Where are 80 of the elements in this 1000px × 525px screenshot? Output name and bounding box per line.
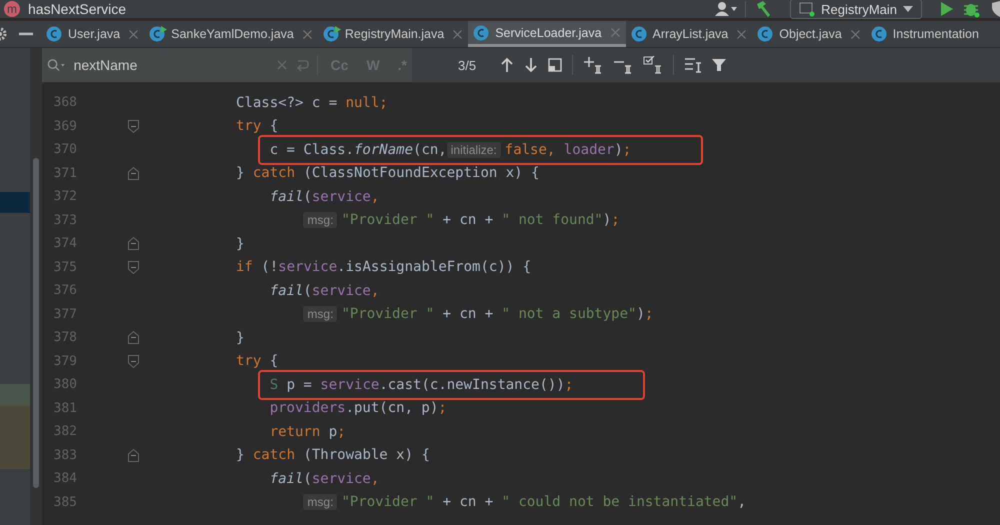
- caret-icon: [903, 5, 913, 13]
- close-icon[interactable]: [129, 30, 138, 38]
- fold-icon[interactable]: [128, 260, 138, 274]
- code-line: c = Class.forName(cn,: [270, 142, 447, 158]
- filter-icon[interactable]: [712, 58, 726, 72]
- code-line: fail(service,: [270, 188, 380, 205]
- window-title: hasNextService: [28, 1, 126, 17]
- line-number: 381: [52, 400, 77, 416]
- minimize-icon[interactable]: [19, 32, 33, 36]
- line-number: 371: [52, 166, 77, 181]
- code-line: } catch (Throwable x) {: [236, 447, 430, 464]
- line-number: 373: [52, 212, 77, 228]
- code-line: false, loader);: [504, 142, 632, 158]
- close-icon[interactable]: [453, 30, 462, 38]
- line-number: 377: [52, 306, 77, 322]
- filter-lines-icon[interactable]: [684, 57, 702, 73]
- parameter-hint: msg:: [303, 494, 338, 510]
- down-arrow-icon[interactable]: [524, 57, 538, 73]
- code-line: try {: [236, 353, 278, 370]
- window-icon: [799, 1, 816, 17]
- code-line: if (!service.isAssignableFrom(c)) {: [236, 259, 532, 276]
- code-line: }: [236, 330, 244, 346]
- up-arrow-icon[interactable]: [500, 57, 514, 73]
- line-number: 385: [52, 494, 77, 510]
- run-icon[interactable]: [940, 1, 954, 17]
- fold-icon[interactable]: [128, 354, 138, 368]
- line-number: 384: [52, 471, 77, 486]
- select-all-icon[interactable]: [548, 58, 562, 72]
- code-line: return p;: [270, 424, 346, 440]
- line-number: 368: [52, 95, 77, 110]
- line-number: 376: [52, 283, 77, 298]
- editor-tab[interactable]: ServiceLoader.java: [468, 21, 626, 47]
- fold-icon[interactable]: [128, 331, 138, 344]
- fold-icon[interactable]: [128, 120, 138, 133]
- editor-tab[interactable]: User.java: [41, 21, 144, 47]
- editor-tab[interactable]: RegistryMain.java: [318, 21, 468, 47]
- code-line: S p = service.cast(c.newInstance());: [270, 376, 574, 393]
- line-number: 372: [52, 189, 77, 204]
- code-line: fail(service,: [270, 470, 380, 487]
- parameter-hint: msg:: [303, 306, 338, 322]
- code-line: try {: [236, 118, 278, 134]
- line-number: 369: [52, 118, 77, 134]
- code-line: }: [236, 236, 244, 252]
- line-number: 374: [52, 236, 77, 252]
- add-occurrence-icon[interactable]: [583, 56, 604, 74]
- editor-tab[interactable]: ArrayList.java: [626, 21, 752, 47]
- line-number: 378: [52, 330, 77, 346]
- hammer-icon[interactable]: [754, 0, 772, 18]
- search-icon[interactable]: [47, 58, 66, 72]
- code-line: fail(service,: [270, 282, 380, 299]
- editor-tab[interactable]: SankeYamlDemo.java: [144, 21, 318, 47]
- code-line: "Provider " + cn + " not found");: [341, 212, 620, 228]
- match-count: 3/5: [458, 58, 476, 72]
- parameter-hint: initialize:: [446, 142, 501, 158]
- fold-icon[interactable]: [128, 166, 138, 180]
- close-icon[interactable]: [850, 30, 860, 38]
- user-icon[interactable]: [715, 1, 738, 17]
- line-number: 379: [52, 354, 77, 369]
- code-line: "Provider " + cn + " not a subtype");: [341, 306, 654, 322]
- code-line: } catch (ClassNotFoundException x) {: [236, 165, 540, 182]
- line-number: 382: [52, 424, 77, 440]
- settings-icon[interactable]: [0, 27, 9, 41]
- close-icon[interactable]: [302, 30, 312, 38]
- code-line: "Provider " + cn + " could not be instantiated",: [341, 494, 746, 510]
- line-number: 380: [52, 377, 77, 392]
- select-occurrences-icon[interactable]: [643, 56, 664, 74]
- fold-icon[interactable]: [128, 448, 138, 462]
- editor-tab[interactable]: Object.java: [752, 21, 866, 47]
- code-line: Class<?> c = null;: [236, 94, 388, 111]
- close-icon[interactable]: [737, 30, 746, 38]
- line-number: 383: [52, 448, 77, 463]
- run-configuration-dropdown[interactable]: RegistryMain: [790, 0, 922, 19]
- code-line: providers.put(cn, p);: [270, 400, 447, 416]
- line-number: 375: [52, 260, 77, 275]
- editor-tab[interactable]: Instrumentation: [866, 21, 985, 47]
- project-avatar: m: [4, 1, 20, 17]
- line-number: 370: [52, 142, 77, 158]
- parameter-hint: msg:: [303, 212, 338, 228]
- fold-icon[interactable]: [128, 237, 138, 250]
- shield-icon[interactable]: [992, 1, 1000, 17]
